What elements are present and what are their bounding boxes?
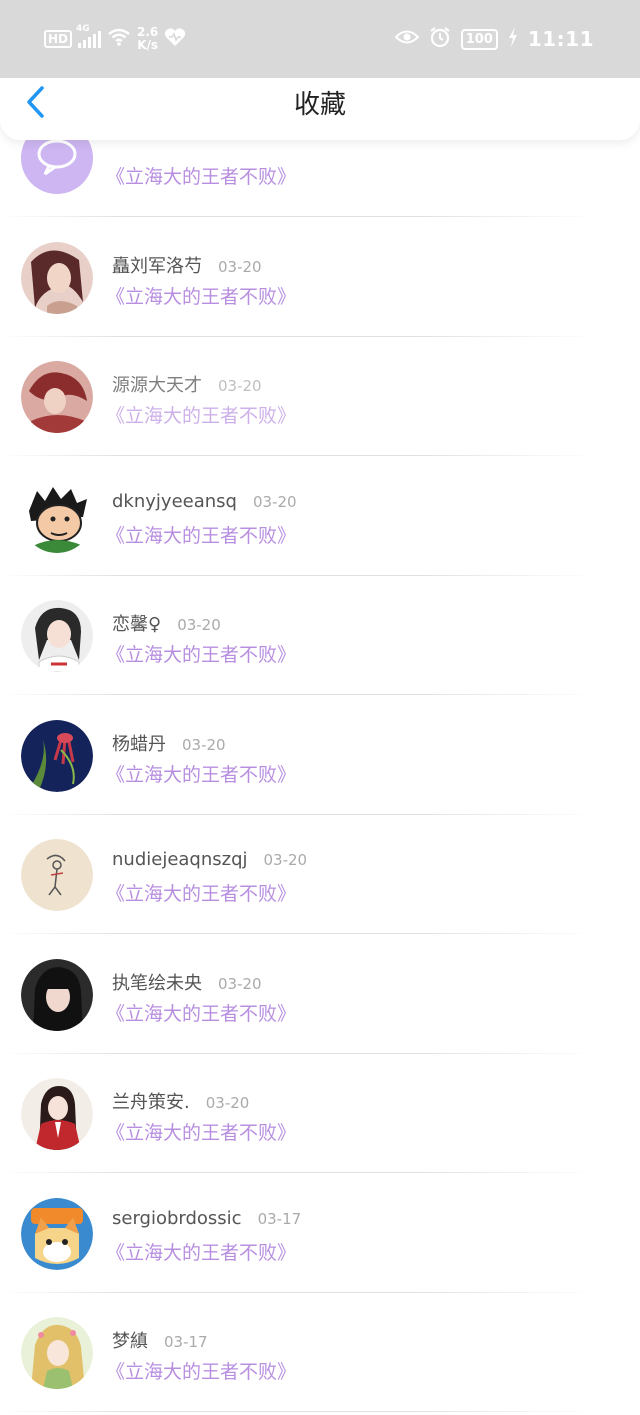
list-item[interactable]: 兰舟策安. 03-20 《立海大的王者不败》 xyxy=(0,1054,640,1173)
wifi-icon xyxy=(107,27,131,51)
name-row: nudiejeaqnszqj 03-20 xyxy=(112,849,307,870)
list-item[interactable]: 矗刘军洛芍 03-20 《立海大的王者不败》 xyxy=(0,218,640,337)
name-row: dknyjyeeansq 03-20 xyxy=(112,491,297,512)
book-title[interactable]: 《立海大的王者不败》 xyxy=(106,401,296,428)
avatar[interactable] xyxy=(21,481,93,553)
avatar[interactable] xyxy=(21,839,93,911)
list-item[interactable]: nudiejeaqnszqj 03-20 《立海大的王者不败》 xyxy=(0,815,640,934)
username[interactable]: nudiejeaqnszqj xyxy=(112,849,248,870)
book-title[interactable]: 《立海大的王者不败》 xyxy=(106,760,296,787)
avatar[interactable] xyxy=(21,1078,93,1150)
name-row: 兰舟策安. 03-20 xyxy=(112,1088,249,1114)
list-item[interactable]: dknyjyeeansq 03-20 《立海大的王者不败》 xyxy=(0,457,640,576)
username[interactable]: dknyjyeeansq xyxy=(112,491,237,512)
date: 03-20 xyxy=(218,975,262,993)
book-title[interactable]: 《立海大的王者不败》 xyxy=(106,879,296,906)
name-row: 矗刘军洛芍 03-20 xyxy=(112,252,262,278)
list-item[interactable]: 执笔绘未央 03-20 《立海大的王者不败》 xyxy=(0,935,640,1054)
divider xyxy=(0,694,600,695)
date: 03-20 xyxy=(263,851,308,869)
username[interactable]: 梦縝 xyxy=(112,1327,148,1353)
book-title[interactable]: 《立海大的王者不败》 xyxy=(106,282,296,309)
divider xyxy=(0,933,600,934)
book-title[interactable]: 《立海大的王者不败》 xyxy=(106,999,296,1026)
date: 03-20 xyxy=(177,616,221,634)
name-row: 执笔绘未央 03-20 xyxy=(112,969,262,995)
divider xyxy=(0,1172,600,1173)
divider xyxy=(0,216,600,217)
battery-indicator: 100 xyxy=(460,28,498,50)
cell-signal-icon: 4G xyxy=(76,24,102,48)
alarm-icon xyxy=(429,26,451,52)
avatar[interactable] xyxy=(21,242,93,314)
list-item[interactable]: 源源大天才 03-20 《立海大的王者不败》 xyxy=(0,337,640,456)
username[interactable]: 杨蜡丹 xyxy=(112,730,166,756)
book-title[interactable]: 《立海大的王者不败》 xyxy=(106,521,296,548)
date: 03-20 xyxy=(205,1094,250,1112)
avatar[interactable] xyxy=(21,361,93,433)
name-row: 梦縝 03-17 xyxy=(112,1327,208,1353)
username[interactable]: 恋馨♀ xyxy=(112,610,161,636)
name-row: 杨蜡丹 03-20 xyxy=(112,730,226,756)
name-row: sergiobrdossic 03-17 xyxy=(112,1208,301,1229)
username[interactable]: 矗刘军洛芍 xyxy=(112,252,202,278)
charging-icon xyxy=(508,27,518,51)
avatar[interactable] xyxy=(21,720,93,792)
speed-unit: K/s xyxy=(137,38,159,52)
avatar[interactable] xyxy=(21,600,93,672)
date: 03-17 xyxy=(164,1333,208,1351)
page-title: 收藏 xyxy=(293,90,346,120)
username[interactable]: sergiobrdossic xyxy=(112,1208,242,1229)
username[interactable]: 源源大天才 xyxy=(112,371,202,397)
name-row: 源源大天才 03-20 xyxy=(112,371,262,397)
hd-badge: HD xyxy=(44,30,73,48)
book-title[interactable]: 《立海大的王者不败》 xyxy=(106,1118,296,1145)
heart-icon xyxy=(164,27,186,51)
date: 03-20 xyxy=(252,493,297,511)
date: 03-20 xyxy=(182,736,226,754)
status-right: 100 11:11 xyxy=(394,22,594,56)
divider xyxy=(0,1411,600,1412)
divider xyxy=(0,455,600,456)
eye-icon xyxy=(394,29,420,49)
username[interactable]: 兰舟策安. xyxy=(112,1088,190,1114)
list-item[interactable]: sergiobrdossic 03-17 《立海大的王者不败》 xyxy=(0,1174,640,1293)
avatar[interactable] xyxy=(21,959,93,1031)
book-title[interactable]: 《立海大的王者不败》 xyxy=(106,162,296,189)
date: 03-20 xyxy=(218,258,262,276)
date: 03-17 xyxy=(257,1210,302,1228)
clock: 11:11 xyxy=(527,27,594,51)
list-item[interactable]: 梦縝 03-17 《立海大的王者不败》 xyxy=(0,1293,640,1412)
book-title[interactable]: 《立海大的王者不败》 xyxy=(106,1357,296,1384)
book-title[interactable]: 《立海大的王者不败》 xyxy=(106,1238,296,1265)
network-type: 4G xyxy=(76,24,90,34)
network-speed: 2.6 K/s xyxy=(137,26,158,52)
date: 03-20 xyxy=(218,377,262,395)
username[interactable]: 执笔绘未央 xyxy=(112,969,202,995)
name-row: 恋馨♀ 03-20 xyxy=(112,610,221,636)
list-item[interactable]: 恋馨♀ 03-20 《立海大的王者不败》 xyxy=(0,576,640,695)
list-item[interactable]: 杨蜡丹 03-20 《立海大的王者不败》 xyxy=(0,696,640,815)
book-title[interactable]: 《立海大的王者不败》 xyxy=(106,640,296,667)
status-bar: HD 4G 2.6 K/s 100 11:11 xyxy=(0,0,640,78)
status-left: HD 4G 2.6 K/s xyxy=(44,22,186,56)
avatar[interactable] xyxy=(21,1198,93,1270)
avatar[interactable] xyxy=(21,1317,93,1389)
